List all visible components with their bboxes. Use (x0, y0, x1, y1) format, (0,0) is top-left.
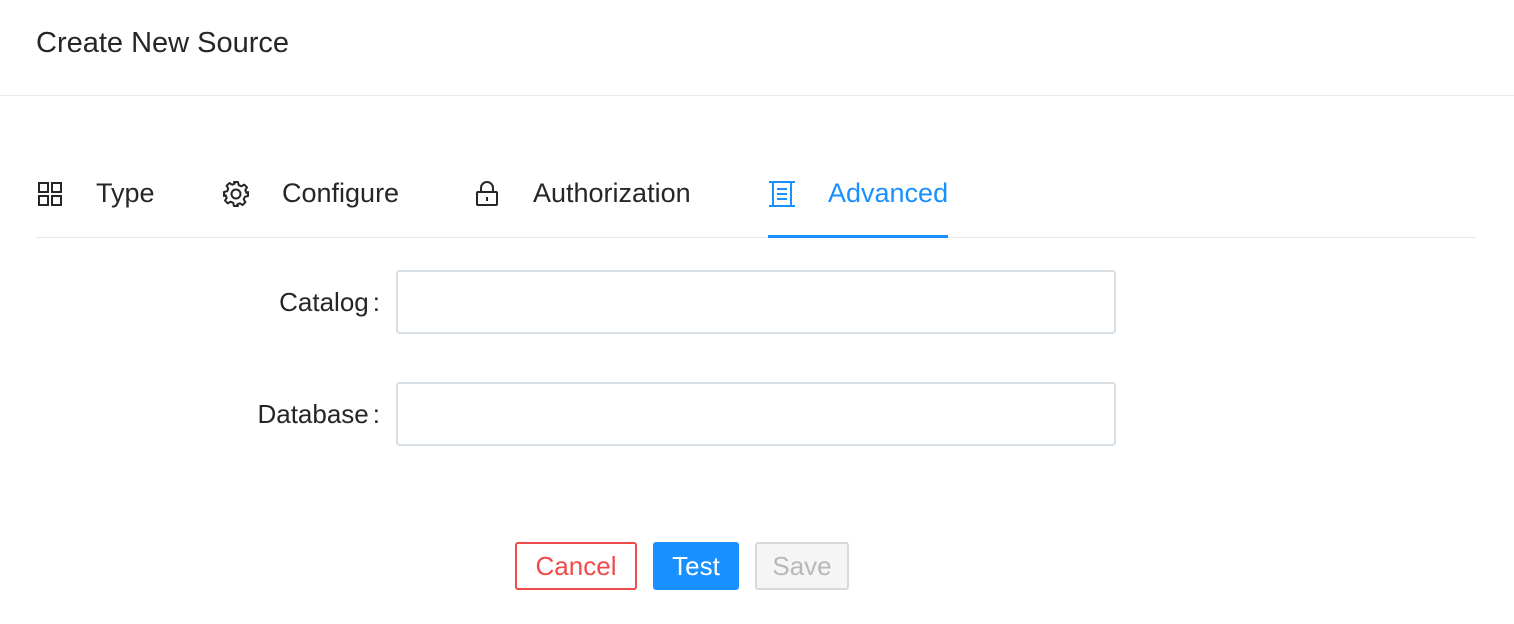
tab-type[interactable]: Type (36, 150, 155, 237)
active-tab-indicator (768, 235, 949, 238)
tab-label: Type (96, 178, 155, 208)
cancel-button[interactable]: Cancel (515, 542, 637, 590)
page-title: Create New Source (36, 27, 290, 59)
catalog-label-text: Catalog (279, 287, 369, 317)
label-colon: : (372, 287, 380, 317)
lock-icon (473, 180, 501, 208)
test-button[interactable]: Test (653, 542, 739, 590)
database-label-text: Database (257, 399, 369, 429)
save-button[interactable]: Save (755, 542, 849, 590)
catalog-row: Catalog: (0, 270, 1514, 334)
catalog-label: Catalog: (279, 270, 380, 334)
tab-label: Configure (282, 178, 400, 208)
appstore-icon (36, 180, 64, 208)
step-tabs: Type Configure Authorization Advanced (36, 150, 1476, 238)
database-input[interactable] (396, 382, 1116, 446)
page-header: Create New Source (0, 0, 1514, 96)
tab-configure[interactable]: Configure (222, 150, 399, 237)
label-colon: : (372, 399, 380, 429)
database-label: Database: (257, 382, 380, 446)
tab-label: Advanced (828, 178, 949, 208)
tab-authorization[interactable]: Authorization (473, 150, 691, 237)
tab-label: Authorization (533, 178, 691, 208)
database-row: Database: (0, 382, 1514, 446)
catalog-input[interactable] (396, 270, 1116, 334)
gear-icon (222, 180, 250, 208)
container-icon (768, 180, 796, 208)
tab-advanced[interactable]: Advanced (768, 150, 949, 238)
